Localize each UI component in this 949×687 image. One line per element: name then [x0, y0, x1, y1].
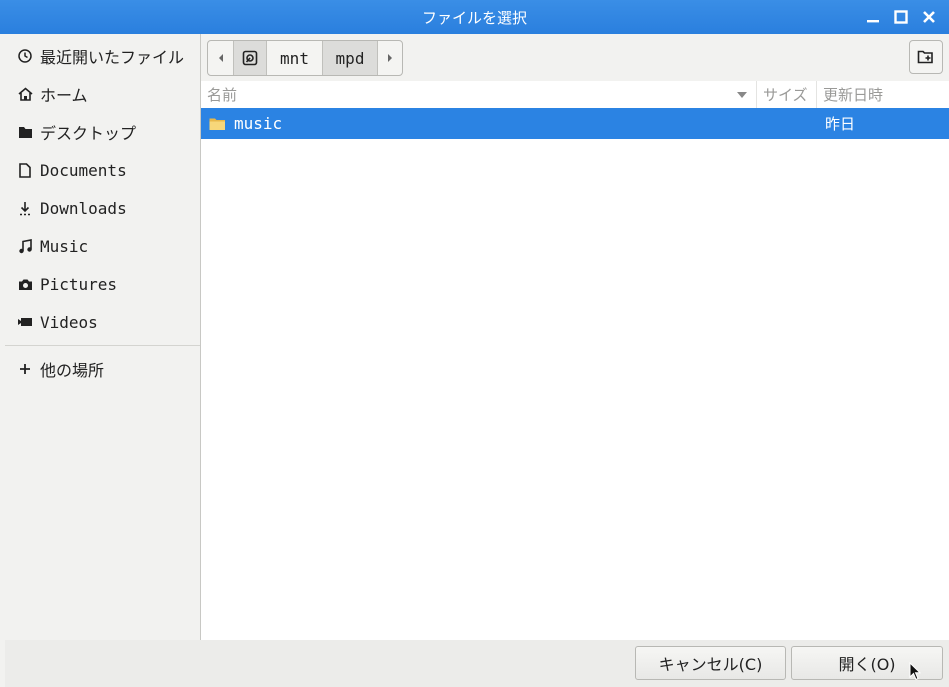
- sidebar-item-label: Music: [40, 236, 89, 256]
- pathbar-area: mnt mpd: [201, 34, 949, 81]
- file-row[interactable]: music 昨日: [201, 108, 949, 139]
- music-note-icon: [17, 238, 33, 254]
- column-size-header[interactable]: サイズ: [756, 81, 816, 108]
- chevron-left-icon: [218, 54, 223, 62]
- sidebar-item-label: Pictures: [40, 274, 118, 294]
- sidebar-item-desktop[interactable]: デスクトップ: [5, 113, 200, 151]
- window-title: ファイルを選択: [421, 8, 527, 27]
- sidebar-item-label: Documents: [40, 160, 127, 180]
- maximize-icon: [894, 10, 908, 24]
- path-bar: mnt mpd: [207, 40, 403, 76]
- chevron-right-icon: [388, 54, 392, 62]
- sidebar-item-videos[interactable]: Videos: [5, 303, 200, 341]
- mouse-pointer-icon: [909, 661, 922, 686]
- desktop-folder-icon: [17, 124, 33, 140]
- dialog-action-bar: キャンセル(C) 開く(O): [5, 640, 949, 687]
- file-browser: mnt mpd 名前 サイズ 更新日時 music 昨日: [201, 34, 949, 640]
- titlebar[interactable]: ファイルを選択: [0, 0, 949, 34]
- folder-icon: [209, 117, 226, 131]
- path-scroll-right-button[interactable]: [378, 41, 402, 75]
- path-segment-mnt[interactable]: mnt: [267, 41, 323, 75]
- document-icon: [17, 162, 33, 178]
- places-sidebar: 最近開いたファイル ホーム デスクトップ Documents Downloads: [5, 34, 201, 640]
- video-camera-icon: [17, 314, 33, 330]
- file-name: music: [234, 114, 283, 133]
- column-name-header[interactable]: 名前: [207, 81, 755, 108]
- sidebar-item-music[interactable]: Music: [5, 227, 200, 265]
- sidebar-item-label: Videos: [40, 312, 98, 332]
- home-icon: [17, 86, 33, 102]
- sidebar-item-label: Downloads: [40, 198, 127, 218]
- sidebar-divider: [5, 345, 200, 346]
- column-modified-header[interactable]: 更新日時: [816, 81, 949, 108]
- path-root-button[interactable]: [234, 41, 267, 75]
- sidebar-item-recent[interactable]: 最近開いたファイル: [5, 37, 200, 75]
- column-header: 名前 サイズ 更新日時: [201, 81, 949, 109]
- drive-icon: [242, 50, 258, 66]
- minimize-icon: [867, 20, 879, 23]
- sidebar-item-home[interactable]: ホーム: [5, 75, 200, 113]
- new-folder-icon: [917, 50, 933, 64]
- sidebar-item-label: 最近開いたファイル: [40, 48, 185, 67]
- sidebar-item-downloads[interactable]: Downloads: [5, 189, 200, 227]
- sidebar-item-label: デスクトップ: [40, 124, 137, 143]
- sidebar-item-pictures[interactable]: Pictures: [5, 265, 200, 303]
- recent-clock-icon: [17, 48, 33, 64]
- sidebar-item-label: 他の場所: [40, 361, 105, 380]
- file-chooser-dialog: ファイルを選択 最近開いたファイル ホーム デスクトップ Documents D…: [0, 0, 949, 687]
- window-controls: [859, 0, 943, 34]
- minimize-button[interactable]: [859, 0, 887, 34]
- sort-descending-icon: [736, 81, 748, 108]
- camera-icon: [17, 276, 33, 292]
- maximize-button[interactable]: [887, 0, 915, 34]
- plus-icon: [17, 361, 33, 377]
- cancel-button[interactable]: キャンセル(C): [635, 646, 786, 680]
- path-segment-mpd[interactable]: mpd: [323, 41, 378, 75]
- new-folder-button[interactable]: [909, 40, 943, 74]
- sidebar-item-label: ホーム: [40, 86, 88, 105]
- close-icon: [923, 11, 935, 23]
- sidebar-item-documents[interactable]: Documents: [5, 151, 200, 189]
- download-icon: [17, 200, 33, 216]
- sidebar-item-other-locations[interactable]: 他の場所: [5, 350, 200, 388]
- file-name-cell: music: [209, 108, 282, 139]
- path-scroll-left-button[interactable]: [208, 41, 234, 75]
- close-button[interactable]: [915, 0, 943, 34]
- file-modified: 昨日: [825, 115, 856, 133]
